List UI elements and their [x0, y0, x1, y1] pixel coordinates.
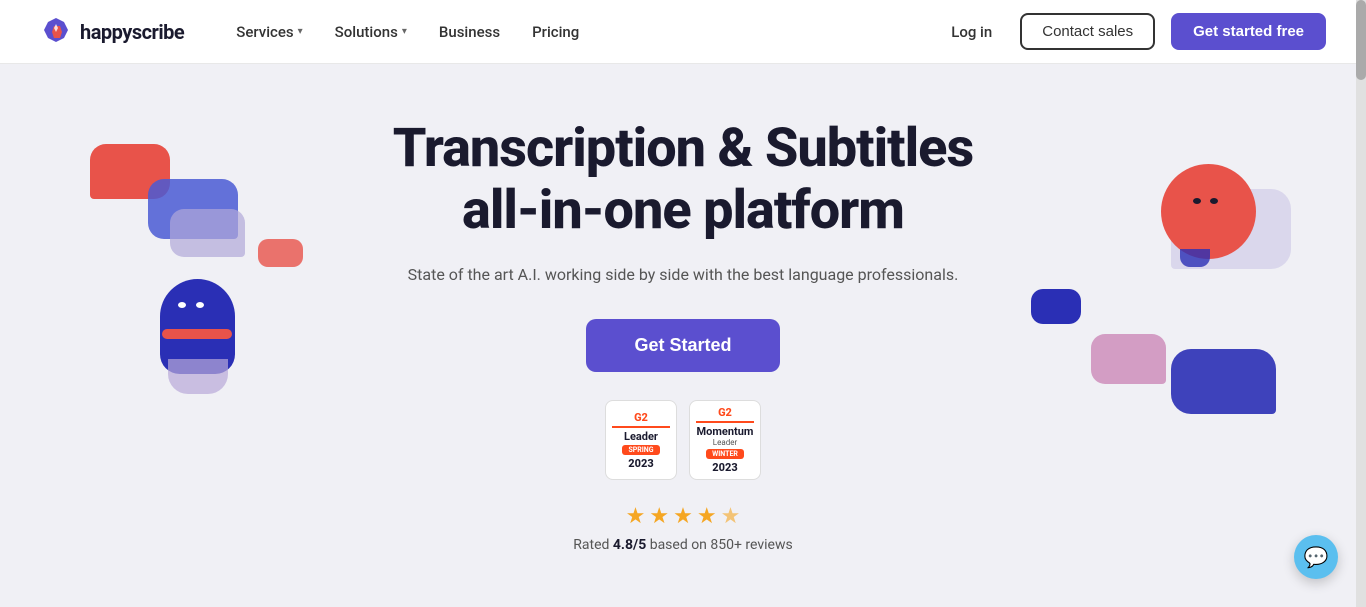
star-2: ★ [649, 504, 669, 529]
character-feet [168, 359, 228, 394]
badge1-title: Leader [624, 430, 658, 443]
badge2-year: 2023 [712, 461, 737, 474]
star-3: ★ [673, 504, 693, 529]
character-eye-right [196, 302, 204, 308]
nav-links: Services ▾ Solutions ▾ Business Pricing [224, 15, 939, 49]
scrollbar[interactable] [1356, 0, 1366, 607]
contact-sales-button[interactable]: Contact sales [1020, 13, 1155, 50]
bubble-mauve-midleft [170, 209, 245, 257]
star-5-half: ★ [721, 504, 741, 529]
badge2-season: WINTER [706, 449, 744, 459]
blob-eye-right2 [1193, 198, 1201, 204]
solutions-chevron-icon: ▾ [402, 26, 407, 37]
services-chevron-icon: ▾ [298, 26, 303, 37]
g2-label-2: G2 [696, 406, 754, 423]
blob-eye-right1 [1210, 198, 1218, 204]
nav-services[interactable]: Services ▾ [224, 15, 314, 49]
get-started-free-button[interactable]: Get started free [1171, 13, 1326, 50]
nav-solutions[interactable]: Solutions ▾ [323, 15, 419, 49]
nav-business[interactable]: Business [427, 15, 512, 49]
star-rating: ★ ★ ★ ★ ★ [393, 504, 973, 529]
g2-badge-momentum: G2 Momentum Leader WINTER 2023 [689, 400, 761, 480]
bubble-pink-small [258, 239, 303, 267]
star-1: ★ [626, 504, 646, 529]
badge1-season: SPRING [622, 445, 659, 455]
nav-pricing[interactable]: Pricing [520, 15, 591, 49]
navbar: happyscribe Services ▾ Solutions ▾ Busin… [0, 0, 1366, 64]
logo-text: happyscribe [80, 20, 184, 44]
hero-content: Transcription & Subtitles all-in-one pla… [393, 118, 973, 554]
character-scarf [162, 329, 232, 339]
badge2-title: Momentum [697, 425, 754, 438]
chat-button[interactable]: 💬 [1294, 535, 1338, 579]
blob-pink-topright [1161, 164, 1256, 259]
badge2-subtitle: Leader [713, 438, 737, 447]
bubble-dark-rightmid [1031, 289, 1081, 324]
logo-icon [40, 16, 72, 48]
nav-right: Log in Contact sales Get started free [939, 13, 1326, 50]
hero-subtitle: State of the art A.I. working side by si… [393, 262, 973, 288]
g2-badge-leader: G2 Leader SPRING 2023 [605, 400, 677, 480]
rating-text: Rated 4.8/5 based on 850+ reviews [393, 537, 973, 553]
g2-label-1: G2 [612, 411, 670, 428]
chat-icon: 💬 [1304, 545, 1329, 569]
g2-badges: G2 Leader SPRING 2023 G2 Momentum Leader… [393, 400, 973, 480]
logo[interactable]: happyscribe [40, 16, 184, 48]
get-started-button[interactable]: Get Started [586, 319, 779, 372]
hero-title: Transcription & Subtitles all-in-one pla… [393, 118, 973, 242]
badge1-year: 2023 [628, 457, 653, 470]
hero-section: Transcription & Subtitles all-in-one pla… [0, 64, 1366, 607]
scrollbar-thumb[interactable] [1356, 0, 1366, 80]
login-button[interactable]: Log in [939, 15, 1004, 49]
character-eye-left [178, 302, 186, 308]
bubble-pink-bottomright [1091, 334, 1166, 384]
blob-legs [1180, 249, 1210, 267]
bubble-dark-bottomright [1171, 349, 1276, 414]
star-4: ★ [697, 504, 717, 529]
rating-value: 4.8/5 [613, 537, 646, 553]
